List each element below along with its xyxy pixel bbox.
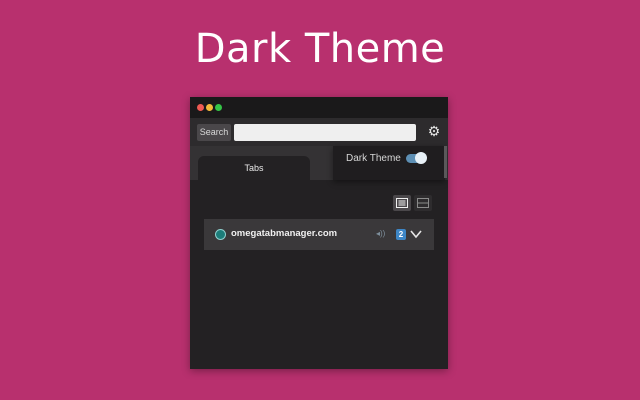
tab-tabs[interactable]: Tabs — [198, 156, 310, 180]
dark-theme-label: Dark Theme — [346, 153, 401, 164]
grid-view-button[interactable] — [414, 195, 432, 211]
window-titlebar — [190, 97, 448, 118]
site-favicon-icon — [215, 229, 226, 240]
domain-label: omegatabmanager.com — [231, 228, 338, 239]
scrollbar[interactable] — [444, 146, 447, 178]
tab-count-badge: 2 — [396, 229, 406, 240]
chevron-down-icon[interactable] — [409, 227, 423, 241]
maximize-window-button[interactable] — [215, 104, 222, 111]
search-toolbar: Search ⚙ — [190, 118, 448, 146]
audio-icon[interactable]: ◂)) — [376, 229, 385, 238]
search-label: Search — [197, 124, 231, 141]
promo-title: Dark Theme — [194, 26, 446, 72]
close-window-button[interactable] — [197, 104, 204, 111]
list-view-icon — [396, 198, 408, 208]
app-window: Search ⚙ Tabs Dark Theme omegatabmanager… — [190, 97, 448, 369]
minimize-window-button[interactable] — [206, 104, 213, 111]
dark-theme-toggle-knob[interactable] — [415, 152, 427, 164]
gear-icon[interactable]: ⚙ — [426, 123, 442, 139]
list-view-button[interactable] — [393, 195, 411, 211]
settings-dropdown: Dark Theme — [333, 146, 445, 180]
list-item[interactable]: omegatabmanager.com ◂)) 2 — [204, 219, 434, 250]
grid-view-icon — [417, 198, 429, 208]
search-input[interactable] — [234, 124, 416, 141]
